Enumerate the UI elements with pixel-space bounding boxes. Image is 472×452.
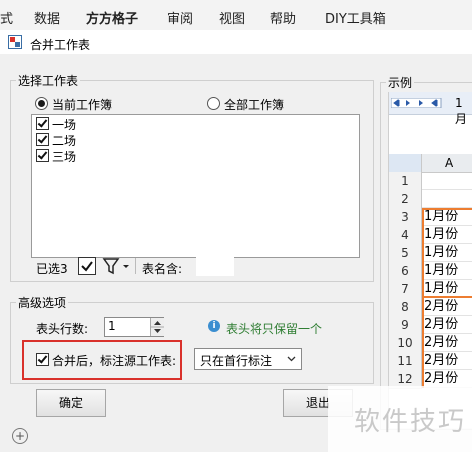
preview-row: 1 <box>389 172 472 191</box>
sheet-checkbox-1[interactable] <box>36 117 49 130</box>
cell-value[interactable] <box>422 190 472 208</box>
menu-item-data[interactable]: 数据 <box>34 8 60 27</box>
sheet-nav-arrows-icon <box>391 98 442 108</box>
current-workbook-radio[interactable] <box>35 97 48 110</box>
row-number[interactable]: 11 <box>389 352 422 371</box>
row-number[interactable]: 2 <box>389 190 422 209</box>
menu-item-view[interactable]: 视图 <box>219 8 245 27</box>
column-header-a[interactable]: A <box>445 156 453 170</box>
ribbon-menubar: 式 数据 方方格子 审阅 视图 帮助 DIY工具箱 <box>0 0 472 31</box>
header-rows-value: 1 <box>108 319 116 333</box>
row-number[interactable]: 8 <box>389 298 422 317</box>
row-number[interactable]: 10 <box>389 334 422 353</box>
preview-row: 2 <box>389 190 472 209</box>
row-number[interactable]: 3 <box>389 208 422 227</box>
preview-label: 示例 <box>386 74 415 91</box>
sheet-checkbox-3[interactable] <box>36 149 49 162</box>
sheet-list[interactable] <box>31 114 360 258</box>
select-sheets-label: 选择工作表 <box>16 72 81 89</box>
preview-spreadsheet: 1月 A 1 2 3 1月份 4 1月份 5 1月份 6 1月份 7 1月份 8 2月份 9 2月份 10 2月份… <box>388 92 472 428</box>
row-number[interactable]: 7 <box>389 280 422 299</box>
column-header-row: A <box>389 154 472 173</box>
cell-value[interactable] <box>422 172 472 190</box>
header-rows-stepper[interactable]: 1 <box>104 317 164 337</box>
sheet-name: 一场 <box>52 118 77 132</box>
ok-button[interactable]: 确定 <box>36 389 106 417</box>
row-number[interactable]: 1 <box>389 172 422 191</box>
all-workbooks-radio[interactable] <box>207 97 220 110</box>
selected-count: 已选3 <box>36 262 68 276</box>
sheet-checkbox-2[interactable] <box>36 133 49 146</box>
watermark: 软件技巧 <box>353 407 466 437</box>
sheet-name: 三场 <box>52 150 77 164</box>
filter-dropdown-button[interactable] <box>102 257 132 275</box>
dialog-title: 合并工作表 <box>30 38 91 52</box>
info-icon: i <box>208 320 220 332</box>
select-all-checkbox[interactable] <box>78 257 96 275</box>
info-text: 表头将只保留一个 <box>226 322 323 336</box>
mark-source-selected: 只在首行标注 <box>200 354 273 368</box>
stepper-arrows[interactable] <box>150 318 164 336</box>
group-border-jan <box>422 208 472 298</box>
menu-item-fangfang[interactable]: 方方格子 <box>86 8 138 27</box>
menu-item-diy-toolbox[interactable]: DIY工具箱 <box>325 8 386 27</box>
advanced-options-label: 高级选项 <box>16 294 69 311</box>
mark-source-label: 合并后，标注源工作表: <box>52 354 177 368</box>
menu-item-review[interactable]: 审阅 <box>167 8 193 27</box>
filter-icon <box>102 258 129 275</box>
menu-item-format[interactable]: 式 <box>0 8 13 27</box>
group-border-feb <box>422 298 472 388</box>
mark-source-checkbox[interactable] <box>36 353 49 366</box>
mark-source-select[interactable]: 只在首行标注 <box>194 348 302 370</box>
row-number[interactable]: 4 <box>389 226 422 245</box>
add-sheet-icon[interactable]: + <box>12 428 28 444</box>
header-rows-label: 表头行数: <box>36 322 89 336</box>
toolbar-divider <box>135 258 136 274</box>
app-icon <box>8 35 22 49</box>
name-contains-input[interactable] <box>196 256 234 276</box>
sheet-tab-bar: 1月 <box>389 92 472 126</box>
menu-item-help[interactable]: 帮助 <box>270 8 296 27</box>
name-contains-label: 表名含: <box>142 262 183 276</box>
spin-arrows-icon <box>151 321 164 333</box>
select-all-corner[interactable] <box>389 154 422 172</box>
all-workbooks-label: 全部工作簿 <box>224 98 285 112</box>
sheet-tab[interactable]: 1月 <box>455 96 472 127</box>
chevron-down-icon <box>287 356 296 362</box>
sheet-name: 二场 <box>52 134 77 148</box>
row-number[interactable]: 9 <box>389 316 422 335</box>
checkmark-icon <box>81 261 93 272</box>
row-number[interactable]: 5 <box>389 244 422 263</box>
row-number[interactable]: 6 <box>389 262 422 281</box>
current-workbook-label: 当前工作簿 <box>52 98 113 112</box>
